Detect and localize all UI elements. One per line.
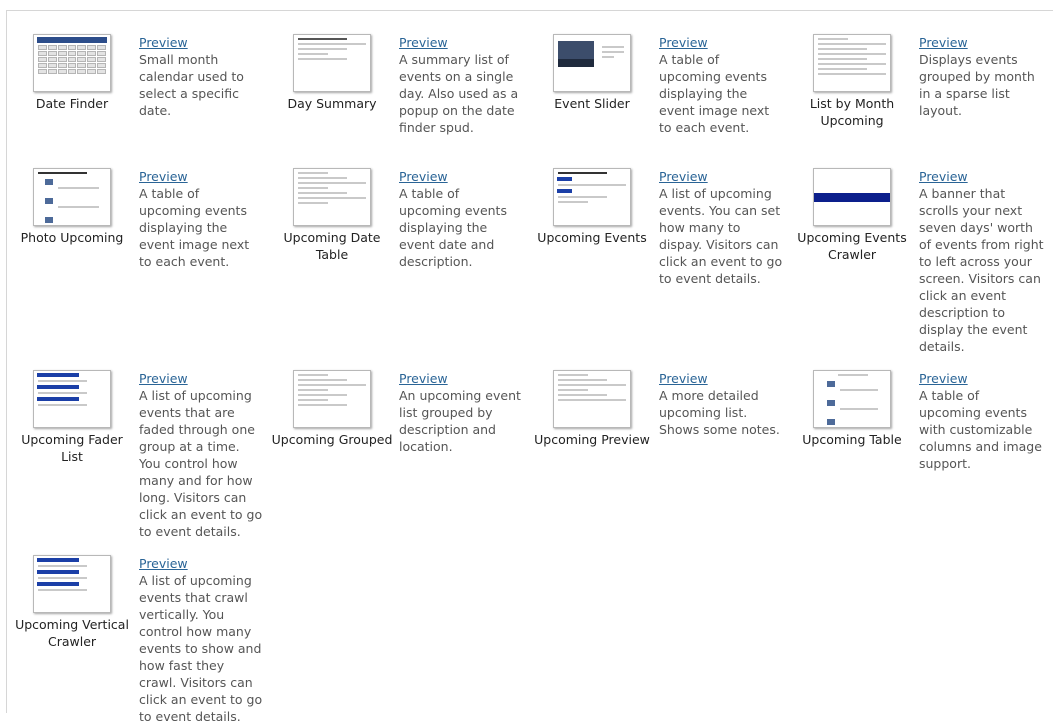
widget-name: Day Summary (287, 96, 377, 111)
preview-link[interactable]: Preview (139, 34, 265, 51)
widget-description: A list of upcoming events. You can set h… (659, 186, 783, 286)
widget-name: Event Slider (554, 96, 630, 111)
preview-link[interactable]: Preview (139, 168, 265, 185)
widget-thumbnail-block: Upcoming Preview (530, 370, 654, 448)
widget-name: Upcoming Vertical Crawler (15, 617, 129, 649)
widget-thumbnail-block: Upcoming Events (530, 168, 654, 246)
preview-link[interactable]: Preview (399, 168, 525, 185)
preview-link[interactable]: Preview (659, 370, 785, 387)
date-table-thumbnail[interactable] (293, 168, 371, 226)
preview-list-thumbnail[interactable] (553, 370, 631, 428)
banner-crawler-thumbnail[interactable] (813, 168, 891, 226)
widget-thumbnail-block: Upcoming Grouped (270, 370, 394, 448)
widget-description-block: Preview An upcoming event list grouped by… (399, 370, 525, 455)
widget-name: Upcoming Preview (534, 432, 650, 447)
preview-link[interactable]: Preview (919, 34, 1045, 51)
widget-description: A list of upcoming events that crawl ver… (139, 573, 263, 724)
widget-description-block: Preview A list of upcoming events that cr… (139, 555, 265, 725)
widget-description: A banner that scrolls your next seven da… (919, 186, 1044, 354)
preview-link[interactable]: Preview (139, 370, 265, 387)
widget-description: A summary list of events on a single day… (399, 52, 519, 135)
widget-thumbnail-block: Date Finder (10, 34, 134, 112)
preview-link[interactable]: Preview (659, 34, 785, 51)
event-slider-thumbnail[interactable] (553, 34, 631, 92)
widget-name: Photo Upcoming (20, 230, 124, 245)
widget-description: Displays events grouped by month in a sp… (919, 52, 1035, 118)
widget-description: A table of upcoming events with customiz… (919, 388, 1042, 471)
widget-description: An upcoming event list grouped by descri… (399, 388, 521, 454)
preview-link[interactable]: Preview (919, 168, 1045, 185)
widget-name: Upcoming Date Table (283, 230, 381, 262)
photo-list-thumbnail[interactable] (33, 168, 111, 226)
widget-name: Date Finder (35, 96, 109, 111)
widget-thumbnail-block: Day Summary (270, 34, 394, 112)
preview-link[interactable]: Preview (659, 168, 785, 185)
widget-thumbnail-block: Upcoming Events Crawler (790, 168, 914, 263)
preview-link[interactable]: Preview (919, 370, 1045, 387)
fader-list-thumbnail[interactable] (33, 370, 111, 428)
widget-name: Upcoming Grouped (271, 432, 393, 447)
grouped-list-thumbnail[interactable] (293, 370, 371, 428)
widget-description: A table of upcoming events displaying th… (139, 186, 250, 269)
mini-calendar-thumbnail[interactable] (33, 34, 111, 92)
widget-name: Upcoming Events (537, 230, 647, 245)
widget-name: List by Month Upcoming (809, 96, 895, 128)
vertical-crawler-thumbnail[interactable] (33, 555, 111, 613)
widget-description-block: Preview A banner that scrolls your next s… (919, 168, 1045, 355)
widget-thumbnail-block: Upcoming Fader List (10, 370, 134, 465)
widget-description: A table of upcoming events displaying th… (659, 52, 770, 135)
widget-description-block: Preview Small month calendar used to sele… (139, 34, 265, 119)
upcoming-events-thumbnail[interactable] (553, 168, 631, 226)
widget-description-block: Preview A table of upcoming events displa… (659, 34, 785, 136)
widget-description: Small month calendar used to select a sp… (139, 52, 244, 118)
widget-thumbnail-block: Event Slider (530, 34, 654, 112)
preview-link[interactable]: Preview (399, 34, 525, 51)
widget-thumbnail-block: Upcoming Date Table (270, 168, 394, 263)
widget-thumbnail-block: Upcoming Table (790, 370, 914, 448)
widget-description-block: Preview Displays events grouped by month … (919, 34, 1045, 119)
widget-description-block: Preview A list of upcoming events. You ca… (659, 168, 785, 287)
widget-description-block: Preview A summary list of events on a sin… (399, 34, 525, 136)
image-table-thumbnail[interactable] (813, 370, 891, 428)
preview-link[interactable]: Preview (399, 370, 525, 387)
widget-description-block: Preview A table of upcoming events displa… (399, 168, 525, 270)
widget-description-block: Preview A list of upcoming events that ar… (139, 370, 265, 540)
widget-description: A table of upcoming events displaying th… (399, 186, 507, 269)
widget-name: Upcoming Table (802, 432, 902, 447)
widget-name: Upcoming Fader List (21, 432, 123, 464)
preview-link[interactable]: Preview (139, 555, 265, 572)
widget-description-block: Preview A table of upcoming events displa… (139, 168, 265, 270)
widget-description-block: Preview A table of upcoming events with c… (919, 370, 1045, 472)
widget-thumbnail-block: Photo Upcoming (10, 168, 134, 246)
widget-name: Upcoming Events Crawler (797, 230, 907, 262)
widget-description: A list of upcoming events that are faded… (139, 388, 263, 539)
widget-thumbnail-block: List by Month Upcoming (790, 34, 914, 129)
widget-thumbnail-block: Upcoming Vertical Crawler (10, 555, 134, 650)
month-list-thumbnail[interactable] (813, 34, 891, 92)
widget-description: A more detailed upcoming list. Shows som… (659, 388, 780, 437)
widget-description-block: Preview A more detailed upcoming list. Sh… (659, 370, 785, 438)
day-summary-thumbnail[interactable] (293, 34, 371, 92)
